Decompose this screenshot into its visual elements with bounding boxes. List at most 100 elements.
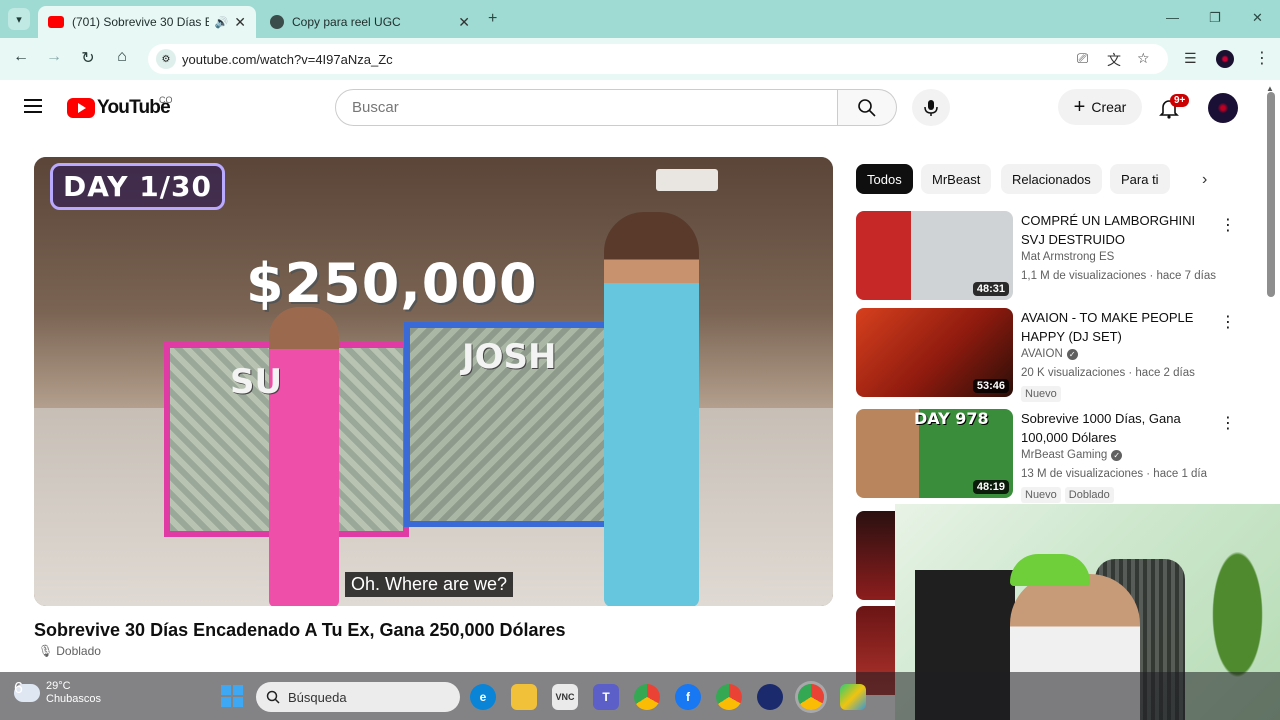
weather-desc: Chubascos bbox=[46, 693, 102, 705]
tag-list: Nuevo bbox=[1021, 386, 1061, 402]
chip-relacionados[interactable]: Relacionados bbox=[1001, 164, 1102, 194]
reading-list-icon[interactable]: ☰ bbox=[1184, 50, 1197, 67]
video-meta: 20 K visualizaciones · hace 2 días bbox=[1021, 367, 1195, 379]
recommendation-item[interactable]: 48:31 COMPRÉ UN LAMBORGHINI SVJ DESTRUID… bbox=[856, 211, 1246, 303]
teams-icon[interactable]: T bbox=[593, 684, 619, 710]
duration-badge: 48:19 bbox=[972, 480, 1009, 494]
minimize-button[interactable]: — bbox=[1166, 10, 1179, 25]
chip-todos[interactable]: Todos bbox=[856, 164, 913, 194]
taskbar-search-placeholder: Búsqueda bbox=[288, 689, 347, 705]
recommendation-title[interactable]: AVAION - TO MAKE PEOPLE HAPPY (DJ SET) bbox=[1021, 308, 1221, 346]
tag-list: Nuevo Doblado bbox=[1021, 487, 1114, 503]
close-window-button[interactable]: ✕ bbox=[1252, 10, 1263, 26]
duration-badge: 53:46 bbox=[972, 379, 1009, 393]
address-bar[interactable]: ⚙ youtube.com/watch?v=4I97aNza_Zc bbox=[148, 44, 1168, 74]
close-tab-icon[interactable]: ✕ bbox=[458, 14, 470, 31]
video-caption: Oh. Where are we? bbox=[345, 572, 514, 597]
create-label: Crear bbox=[1091, 99, 1127, 115]
chrome-alt-icon[interactable] bbox=[757, 684, 783, 710]
dubbed-tag: Doblado bbox=[1064, 487, 1114, 503]
channel-name[interactable]: AVAION ✓ bbox=[1021, 348, 1078, 360]
create-button[interactable]: + Crear bbox=[1058, 89, 1142, 125]
facebook-icon[interactable]: f bbox=[675, 684, 701, 710]
chip-mrbeast[interactable]: MrBeast bbox=[921, 164, 992, 194]
translate-icon[interactable]: 文 bbox=[1107, 50, 1121, 70]
search-input[interactable]: Buscar bbox=[335, 89, 838, 126]
video-thumbnail-partial[interactable] bbox=[856, 511, 896, 600]
reload-icon[interactable]: ↻ bbox=[77, 48, 99, 68]
back-icon[interactable]: ← bbox=[10, 48, 32, 66]
close-tab-icon[interactable]: ✕ bbox=[234, 14, 246, 31]
video-thumbnail[interactable]: 48:31 bbox=[856, 211, 1013, 300]
tab-youtube-video[interactable]: (701) Sobrevive 30 Días Encadenado 🔊 ✕ bbox=[38, 6, 256, 38]
video-thumbnail[interactable]: DAY 978 48:19 bbox=[856, 409, 1013, 498]
money-overlay-text: $250,000 bbox=[246, 252, 538, 315]
weather-text: 29°C Chubascos bbox=[46, 680, 101, 706]
recommendation-item[interactable]: DAY 978 48:19 Sobrevive 1000 Días, Gana … bbox=[856, 409, 1246, 503]
menu-icon[interactable] bbox=[24, 99, 42, 113]
new-tab-button[interactable]: + bbox=[488, 10, 497, 28]
forward-icon[interactable]: → bbox=[43, 48, 65, 66]
browser-menu-icon[interactable]: ⋮ bbox=[1254, 48, 1270, 68]
channel-name[interactable]: MrBeast Gaming ✓ bbox=[1021, 449, 1123, 461]
box-name-left: SU bbox=[230, 362, 283, 402]
video-player[interactable]: $250,000 SU JOSH DAY 1/30 Oh. Where are … bbox=[34, 157, 833, 606]
more-options-icon[interactable]: ⋮ bbox=[1220, 312, 1236, 332]
video-title: Sobrevive 30 Días Encadenado A Tu Ex, Ga… bbox=[34, 620, 566, 640]
taskbar-search[interactable]: Búsqueda bbox=[256, 682, 460, 712]
bookmark-star-icon[interactable]: ☆ bbox=[1137, 50, 1150, 67]
vnc-viewer-icon[interactable]: VNC bbox=[552, 684, 578, 710]
edge-icon[interactable]: e bbox=[470, 684, 496, 710]
speaker-icon[interactable]: 🔊 bbox=[215, 16, 229, 29]
tab-title: Copy para reel UGC bbox=[292, 15, 401, 29]
recommendation-title[interactable]: COMPRÉ UN LAMBORGHINI SVJ DESTRUIDO bbox=[1021, 211, 1221, 249]
url-text: youtube.com/watch?v=4I97aNza_Zc bbox=[182, 51, 393, 67]
person-blue-outfit bbox=[604, 212, 699, 606]
webcam-green-cap bbox=[1010, 554, 1090, 586]
recommendation-item[interactable]: 53:46 AVAION - TO MAKE PEOPLE HAPPY (DJ … bbox=[856, 308, 1246, 402]
tab-title: (701) Sobrevive 30 Días Encadenado bbox=[72, 15, 209, 29]
search-icon bbox=[858, 98, 876, 117]
duration-badge: 48:31 bbox=[972, 282, 1009, 296]
install-app-icon[interactable]: ⎚ bbox=[1077, 50, 1088, 67]
video-thumbnail[interactable]: 53:46 bbox=[856, 308, 1013, 397]
microphone-icon bbox=[924, 99, 938, 116]
channel-name[interactable]: Mat Armstrong ES bbox=[1021, 251, 1114, 263]
notifications-badge: 9+ bbox=[1170, 94, 1190, 107]
restore-button[interactable]: ❐ bbox=[1209, 10, 1221, 26]
new-tag: Nuevo bbox=[1021, 386, 1061, 402]
verified-icon: ✓ bbox=[1111, 449, 1123, 461]
youtube-logo[interactable]: YouTube CO bbox=[67, 95, 173, 119]
tab-search-button[interactable]: ▾ bbox=[8, 8, 30, 30]
chevron-right-icon[interactable]: › bbox=[1202, 171, 1207, 189]
day-counter-badge: DAY 1/30 bbox=[50, 163, 225, 210]
dubbed-label: Doblado bbox=[56, 644, 101, 658]
more-options-icon[interactable]: ⋮ bbox=[1220, 413, 1236, 433]
site-info-icon[interactable]: ⚙ bbox=[156, 49, 176, 69]
windows-start-icon[interactable] bbox=[221, 685, 243, 707]
bluestacks-icon[interactable] bbox=[840, 684, 866, 710]
chip-para-ti[interactable]: Para ti bbox=[1110, 164, 1170, 194]
home-icon[interactable]: ⌂ bbox=[111, 48, 133, 66]
more-options-icon[interactable]: ⋮ bbox=[1220, 215, 1236, 235]
chrome-profile-icon[interactable] bbox=[716, 684, 742, 710]
channel-label: AVAION bbox=[1021, 348, 1063, 360]
thumbnail-day-text: DAY 978 bbox=[914, 409, 989, 428]
chrome-icon[interactable] bbox=[634, 684, 660, 710]
account-avatar[interactable] bbox=[1208, 93, 1238, 123]
new-tag: Nuevo bbox=[1021, 487, 1061, 503]
box-name-right: JOSH bbox=[462, 337, 557, 377]
dubbed-badge: 🎙 Doblado bbox=[38, 644, 101, 658]
video-meta: 13 M de visualizaciones · hace 1 día bbox=[1021, 468, 1208, 480]
person-pink-outfit bbox=[269, 307, 339, 606]
profile-avatar[interactable] bbox=[1216, 50, 1234, 68]
tab-copy-reel[interactable]: Copy para reel UGC ✕ bbox=[260, 6, 480, 38]
chrome-active-icon[interactable] bbox=[798, 684, 824, 710]
recommendation-title[interactable]: Sobrevive 1000 Días, Gana 100,000 Dólare… bbox=[1021, 409, 1221, 447]
voice-search-button[interactable] bbox=[912, 89, 950, 126]
file-explorer-icon[interactable] bbox=[511, 684, 537, 710]
country-code: CO bbox=[159, 95, 173, 105]
page-scrollbar[interactable] bbox=[1267, 92, 1275, 297]
search-button[interactable] bbox=[838, 89, 897, 126]
weather-widget[interactable]: 29°C Chubascos bbox=[14, 680, 101, 706]
